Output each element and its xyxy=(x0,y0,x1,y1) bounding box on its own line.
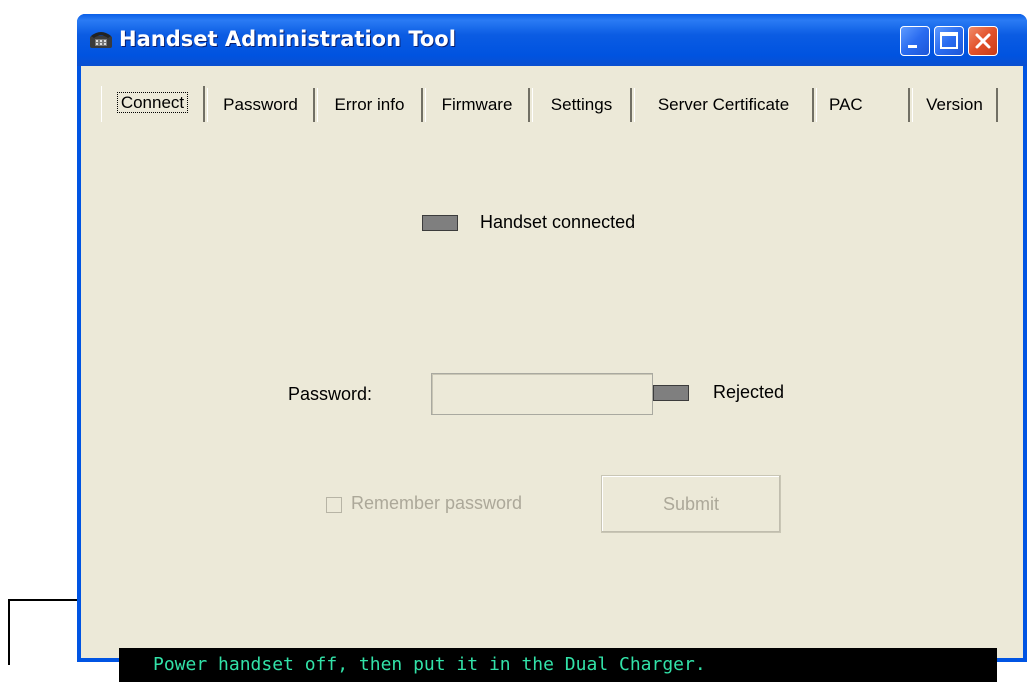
password-field[interactable] xyxy=(431,373,653,415)
submit-button[interactable]: Submit xyxy=(601,475,781,533)
telephone-icon xyxy=(90,32,112,48)
tab-pac[interactable]: PAC xyxy=(816,88,910,122)
tab-label: Error info xyxy=(334,95,405,114)
tab-settings[interactable]: Settings xyxy=(532,88,632,122)
remember-password-checkbox[interactable] xyxy=(326,497,342,513)
tab-label: Password xyxy=(223,95,298,114)
handset-connected-indicator xyxy=(422,215,458,231)
title-bar[interactable]: Handset Administration Tool xyxy=(77,14,1027,66)
tab-connect[interactable]: Connect xyxy=(101,86,205,122)
handset-connected-label: Handset connected xyxy=(480,212,636,232)
tab-server-certificate[interactable]: Server Certificate xyxy=(634,88,814,122)
rejected-label: Rejected xyxy=(713,382,785,402)
tab-label: Version xyxy=(926,95,983,114)
app-window: Handset Administration Tool Connect Pass… xyxy=(77,14,1027,682)
tab-firmware[interactable]: Firmware xyxy=(425,88,530,122)
tab-label: Connect xyxy=(116,92,189,113)
tab-password[interactable]: Password xyxy=(207,88,315,122)
window-client-area: Connect Password Error info Firmware Set… xyxy=(81,66,1023,682)
tab-error-info[interactable]: Error info xyxy=(317,88,423,122)
tab-version[interactable]: Version xyxy=(912,88,998,122)
password-label: Password: xyxy=(288,384,373,404)
tab-label: Settings xyxy=(550,95,613,114)
remember-password-label[interactable]: Remember password xyxy=(351,493,522,514)
status-message: Power handset off, then put it in the Du… xyxy=(119,648,997,682)
rejected-indicator xyxy=(653,385,689,401)
close-icon xyxy=(975,33,991,49)
connect-panel: Handset connected Password: Rejected Rem… xyxy=(101,122,1003,632)
tab-strip: Connect Password Error info Firmware Set… xyxy=(101,86,1006,122)
tab-label: Server Certificate xyxy=(657,95,790,114)
maximize-icon xyxy=(940,32,958,49)
window-title: Handset Administration Tool xyxy=(119,27,456,51)
close-button[interactable] xyxy=(968,26,998,56)
tab-label: PAC xyxy=(829,95,863,114)
minimize-icon xyxy=(908,45,917,48)
tab-label: Firmware xyxy=(441,95,513,114)
maximize-button[interactable] xyxy=(934,26,964,56)
minimize-button[interactable] xyxy=(900,26,930,56)
